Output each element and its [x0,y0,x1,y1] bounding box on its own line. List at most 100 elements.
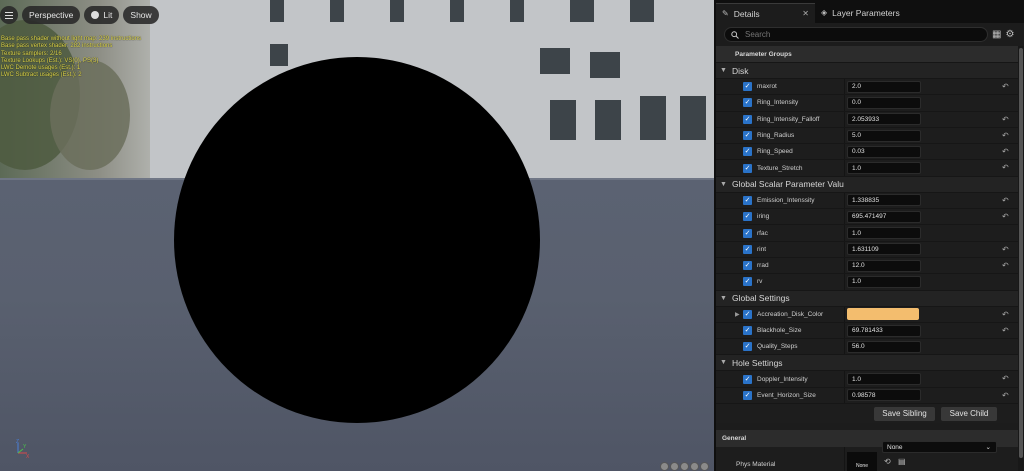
cube-preview-icon[interactable] [690,462,699,471]
axis-gizmo-icon: Z X Y [16,439,30,458]
override-checkbox[interactable]: ✓ [743,147,752,157]
expand-arrow-icon[interactable]: ▶ [735,311,740,318]
reset-to-default-icon[interactable]: ↶ [1002,261,1009,270]
param-value-field[interactable]: 1.0 [847,373,921,386]
override-checkbox[interactable]: ✓ [743,277,752,287]
save-sibling-button[interactable]: Save Sibling [874,406,935,421]
close-icon[interactable]: ✕ [802,9,809,18]
override-checkbox[interactable]: ✓ [743,82,752,92]
override-checkbox[interactable]: ✓ [743,326,752,335]
param-value-field[interactable]: 69.781433 [847,324,921,337]
grid-view-icon[interactable]: ▦ [992,29,1001,40]
stats-line: Base pass vertex shader: 282 instruction… [1,43,113,50]
expand-arrow-icon: ▼ [720,294,727,302]
use-selected-icon[interactable]: ⟲ [884,457,891,466]
param-row: ▶ ✓ Accreation_Disk_Color ↶ [716,305,1018,322]
reset-to-default-icon[interactable]: ↶ [1002,115,1009,124]
param-value-field[interactable]: 5.0 [847,129,921,142]
expand-arrow-icon: ▼ [720,67,727,74]
param-value-field[interactable]: 1.0 [847,275,921,288]
override-checkbox[interactable]: ✓ [743,261,752,271]
search-box[interactable] [724,27,988,42]
stats-line: Texture samplers: 2/16 [1,50,62,57]
tab-details-title: ✎ Details [722,9,760,19]
scrollbar-thumb[interactable] [1019,48,1023,458]
reset-to-default-icon[interactable]: ↶ [1002,131,1009,140]
reset-to-default-icon[interactable]: ↶ [1002,374,1009,383]
reset-to-default-icon[interactable]: ↶ [1002,245,1009,254]
reset-to-default-icon[interactable]: ↶ [1002,212,1009,221]
reset-to-default-icon[interactable]: ↶ [1002,163,1009,172]
viewport-menu-button[interactable] [0,6,18,24]
axis-x-label: X [26,454,30,458]
override-checkbox[interactable]: ✓ [743,212,752,222]
override-checkbox[interactable]: ✓ [743,195,752,205]
preview-mesh-selector [660,462,709,471]
search-input[interactable] [745,30,965,39]
param-value-field[interactable]: 0.03 [847,145,921,158]
browse-icon[interactable]: ▤ [898,457,906,466]
reset-to-default-icon[interactable]: ↶ [1002,326,1009,335]
reset-to-default-icon[interactable]: ↶ [1002,310,1009,319]
override-checkbox[interactable]: ✓ [743,309,752,319]
color-swatch[interactable] [847,308,919,321]
tab-layer-parameters[interactable]: ◈ Layer Parameters [815,3,906,23]
reset-to-default-icon[interactable]: ↶ [1002,196,1009,205]
param-row: ✓ rfac 1.0 [716,224,1018,241]
override-checkbox[interactable]: ✓ [743,244,752,254]
material-preview-viewport[interactable]: Perspective Lit Show Base pass shader wi… [0,0,714,471]
override-checkbox[interactable]: ✓ [743,228,752,238]
param-name-cell: ✓ Doppler_Intensity [716,371,845,387]
param-value-field[interactable]: 1.631109 [847,243,921,256]
param-value-field[interactable]: 56.0 [847,340,921,353]
param-name: Ring_Intensity_Falloff [757,115,820,123]
param-value-field[interactable]: 0.0 [847,96,921,109]
reset-to-default-icon[interactable]: ↶ [1002,82,1009,91]
lit-label: Lit [103,10,113,20]
param-row: ✓ Quality_Steps 56.0 [716,338,1018,355]
param-value-field[interactable]: 695.471497 [847,210,921,223]
category-title: Global Scalar Parameter Valu [732,179,844,190]
category-global-settings[interactable]: ▼ Global Settings [716,289,1018,306]
phys-material-dropdown[interactable]: None ⌄ [882,441,997,454]
category-title: Disk [732,65,749,76]
reset-to-default-icon[interactable]: ↶ [1002,391,1009,400]
param-name-cell: ✓ Ring_Radius [716,127,845,144]
param-value-field[interactable]: 2.053933 [847,113,921,126]
param-value-field[interactable]: 1.338835 [847,194,921,207]
param-value-field[interactable]: 2.0 [847,80,921,93]
plane-preview-icon[interactable] [680,462,689,471]
phys-material-thumbnail[interactable]: None [847,452,877,471]
param-name: Ring_Intensity [757,99,799,107]
category-disk[interactable]: ▼ Disk [716,62,1018,78]
param-name-cell: ✓ rint [716,241,845,257]
lit-button[interactable]: Lit [84,6,120,24]
tab-details[interactable]: ✎ Details ✕ [716,3,815,23]
perspective-button[interactable]: Perspective [22,6,81,24]
override-checkbox[interactable]: ✓ [743,131,752,141]
layers-icon: ◈ [821,8,828,17]
category-global-scalar[interactable]: ▼ Global Scalar Parameter Valu [716,175,1018,192]
override-checkbox[interactable]: ✓ [743,98,752,108]
gear-icon[interactable]: ⚙ [1005,29,1014,40]
param-row: ✓ rrad 12.0 ↶ [716,256,1018,274]
param-name: rint [757,245,767,253]
mesh-preview-icon[interactable] [700,462,709,471]
cylinder-preview-icon[interactable] [670,462,679,471]
override-checkbox[interactable]: ✓ [743,114,752,124]
param-value-field[interactable]: 1.0 [847,162,921,175]
details-scrollbar[interactable] [1018,46,1024,471]
param-value-field[interactable]: 0.98578 [847,389,921,402]
override-checkbox[interactable]: ✓ [743,390,752,400]
param-value-field[interactable]: 1.0 [847,227,921,240]
show-button[interactable]: Show [123,6,159,24]
perspective-label: Perspective [29,10,74,20]
override-checkbox[interactable]: ✓ [743,374,752,384]
param-value-field[interactable]: 12.0 [847,259,921,272]
save-child-button[interactable]: Save Child [941,406,997,421]
override-checkbox[interactable]: ✓ [743,342,752,352]
reset-to-default-icon[interactable]: ↶ [1002,147,1009,156]
sphere-preview-icon[interactable] [660,462,669,471]
override-checkbox[interactable]: ✓ [743,163,752,173]
category-hole-settings[interactable]: ▼ Hole Settings [716,354,1018,371]
